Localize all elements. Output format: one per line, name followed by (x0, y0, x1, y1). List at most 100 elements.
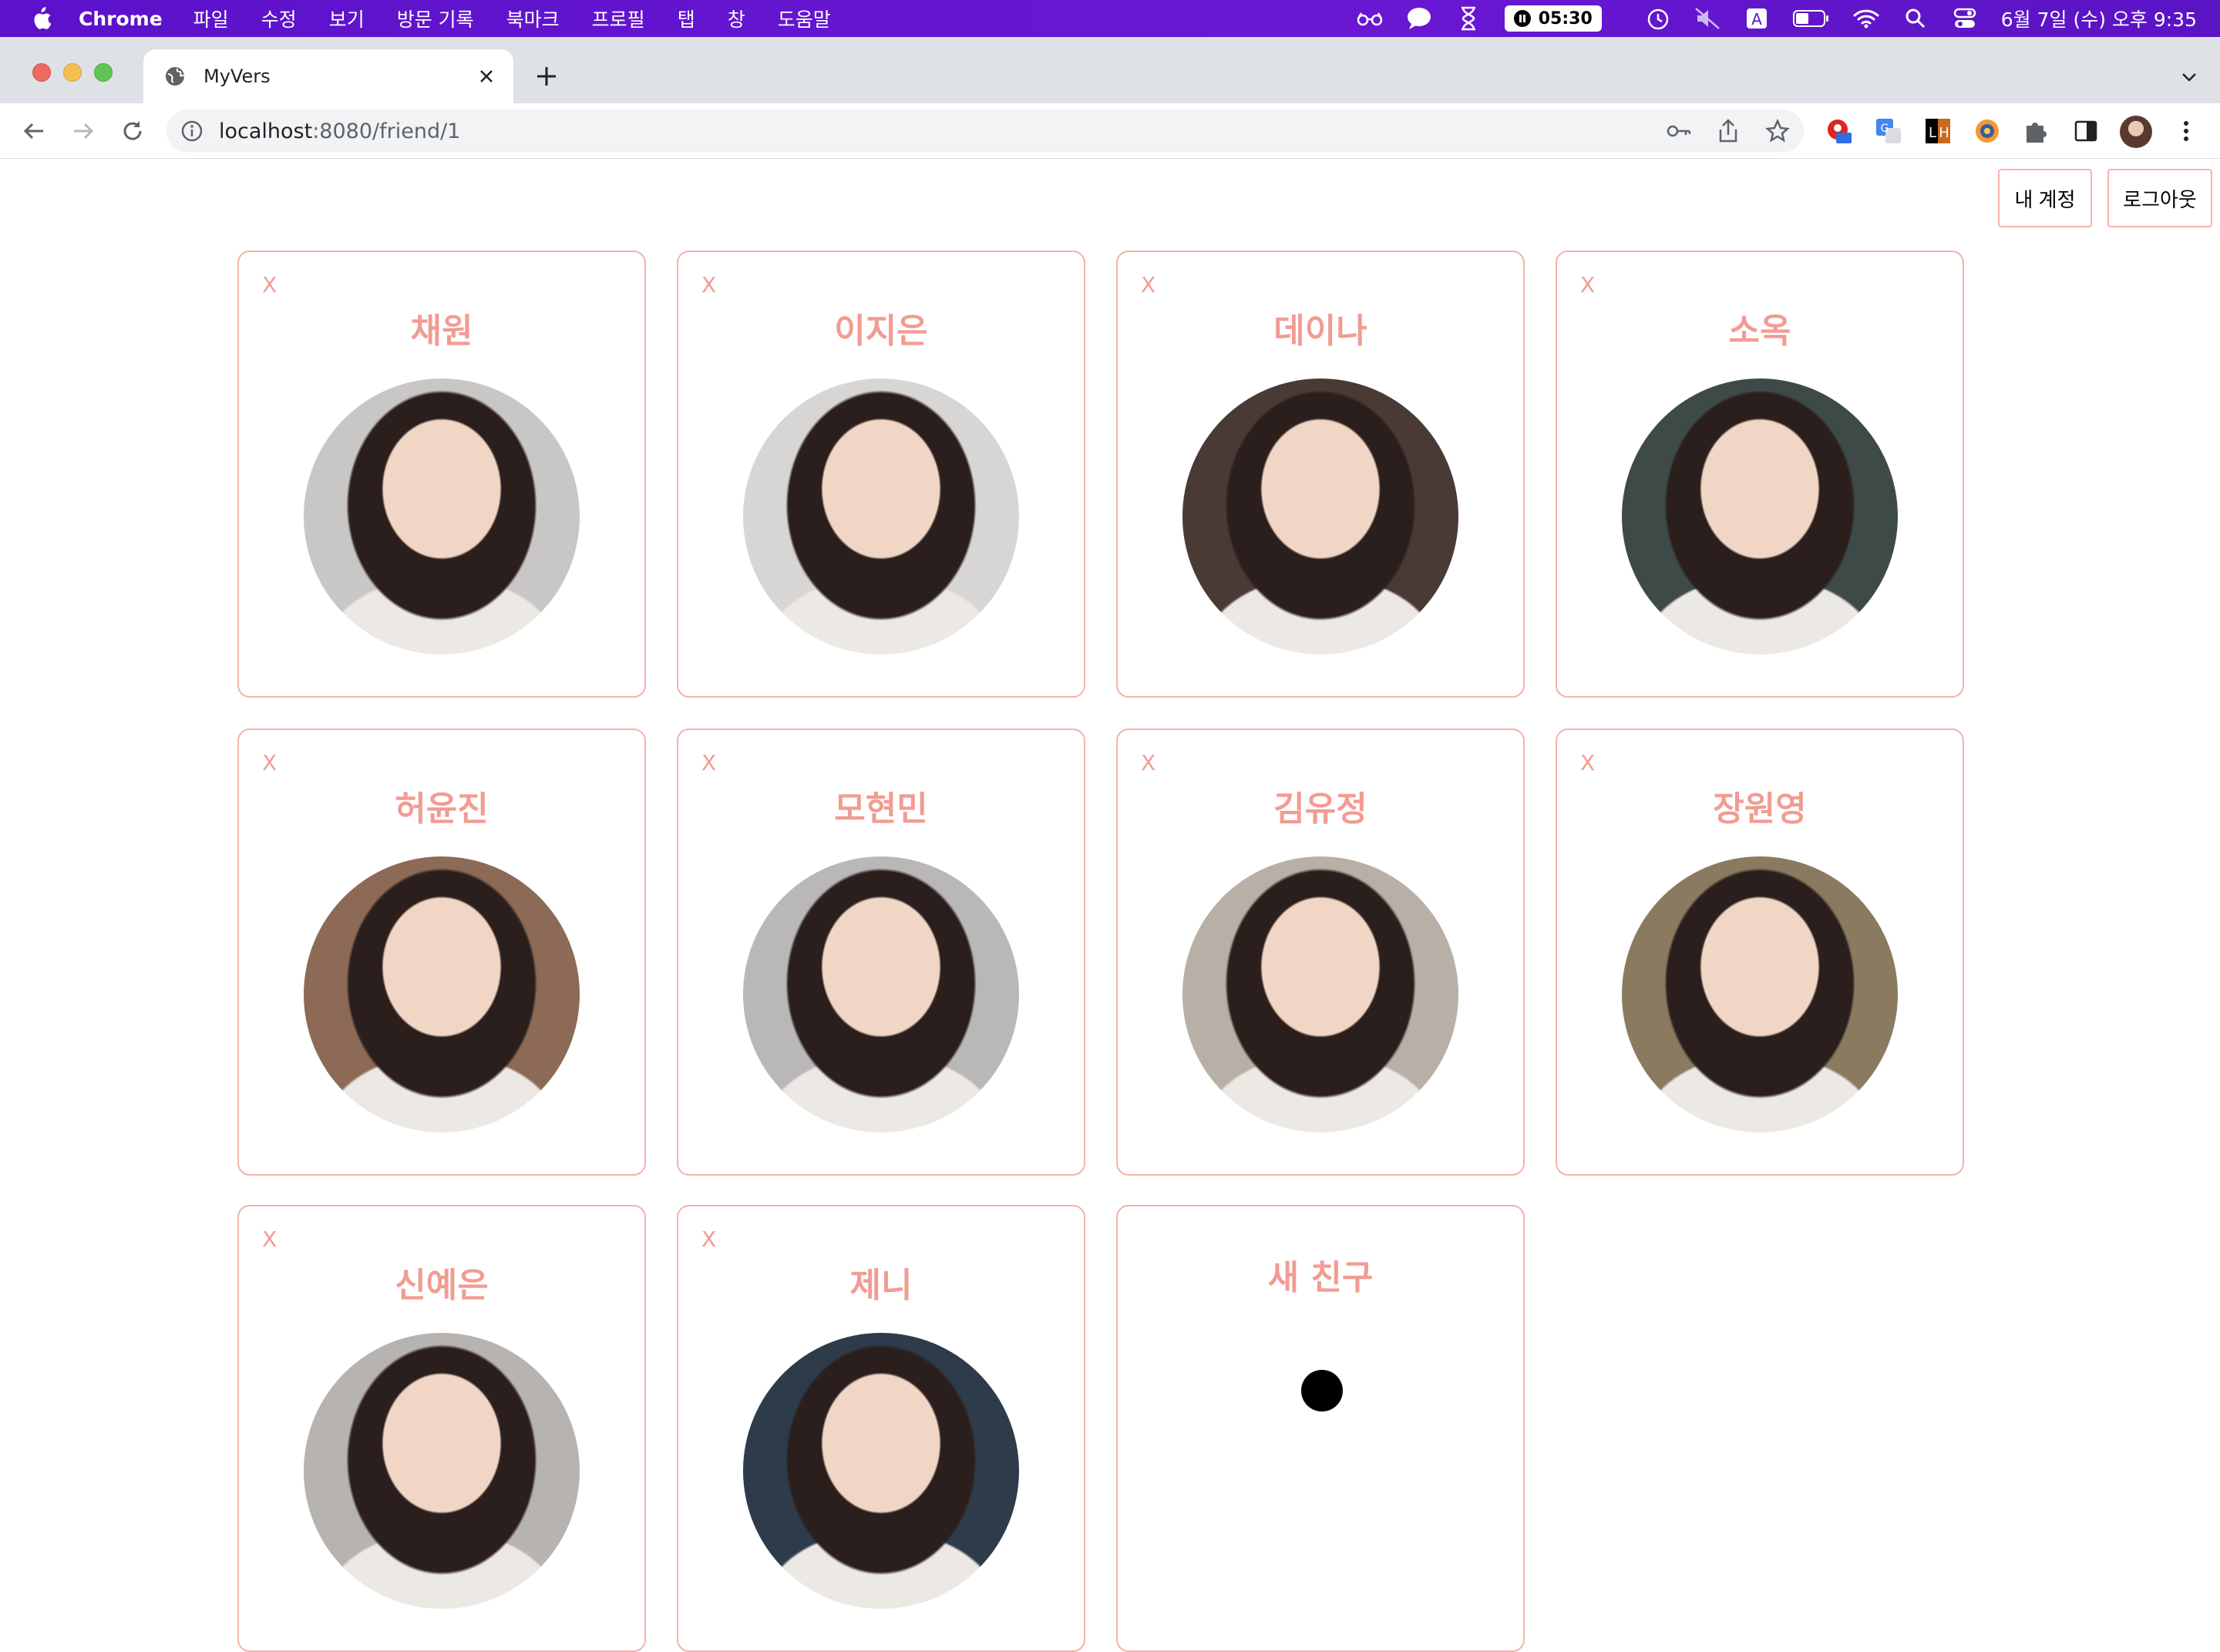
friend-card[interactable]: X 소옥 (1556, 251, 1964, 698)
remove-friend-button[interactable]: X (1580, 750, 1595, 776)
friend-name: 채원 (410, 311, 473, 351)
address-bar[interactable]: localhost:8080/friend/1 (166, 109, 1804, 153)
friend-photo[interactable] (304, 856, 580, 1132)
friend-photo[interactable] (1182, 379, 1458, 654)
friend-card[interactable]: X 채원 (237, 251, 646, 698)
friend-card[interactable]: X 김유정 (1116, 728, 1525, 1176)
control-center-icon[interactable] (1952, 5, 1978, 32)
tab-title: MyVers (204, 66, 271, 87)
friend-card[interactable]: X 허윤진 (237, 728, 646, 1176)
tab-myvers[interactable]: MyVers (143, 49, 513, 103)
chrome-menu-icon[interactable] (2172, 117, 2200, 145)
friend-photo[interactable] (304, 1333, 580, 1609)
friend-name: 이지은 (834, 311, 928, 351)
logout-button[interactable]: 로그아웃 (2107, 169, 2212, 227)
menu-window[interactable]: 창 (728, 5, 745, 32)
url-text[interactable]: localhost:8080/friend/1 (219, 119, 460, 143)
friend-name: 허윤진 (395, 789, 489, 829)
macos-menubar: Chrome 파일 수정 보기 방문 기록 북마크 프로필 탭 창 도움말 05… (0, 0, 2220, 37)
friend-photo[interactable] (304, 379, 580, 654)
apple-menu-icon[interactable] (29, 7, 52, 30)
app-name-menu[interactable]: Chrome (79, 8, 163, 30)
window-minimize-button[interactable] (63, 63, 82, 82)
add-friend-button[interactable] (1301, 1370, 1343, 1411)
menubar-clock[interactable]: 6월 7일 (수) 오후 9:35 (2001, 5, 2197, 32)
menu-profile[interactable]: 프로필 (592, 5, 645, 32)
remove-friend-button[interactable]: X (701, 1226, 716, 1252)
remove-friend-button[interactable]: X (1580, 272, 1595, 298)
remove-friend-button[interactable]: X (262, 750, 277, 776)
glasses-icon[interactable] (1357, 5, 1383, 32)
reload-button[interactable] (117, 116, 148, 146)
friend-photo[interactable] (1622, 856, 1898, 1132)
friend-card[interactable]: X 데이나 (1116, 251, 1525, 698)
wifi-icon[interactable] (1853, 5, 1879, 32)
forward-button[interactable] (68, 116, 99, 146)
friend-photo[interactable] (1622, 379, 1898, 654)
hourglass-icon[interactable] (1455, 5, 1482, 32)
menu-bookmarks[interactable]: 북마크 (506, 5, 560, 32)
menu-tab[interactable]: 탭 (678, 5, 695, 32)
friend-photo[interactable] (1182, 856, 1458, 1132)
history-icon[interactable] (1645, 5, 1671, 32)
friend-card[interactable]: X 모현민 (677, 728, 1085, 1176)
new-friend-card[interactable]: 새 친구 (1116, 1205, 1525, 1652)
battery-icon[interactable] (1792, 5, 1830, 32)
extension-lh-icon[interactable]: LH (1924, 117, 1952, 145)
remove-friend-button[interactable]: X (1141, 272, 1155, 298)
timer-badge[interactable]: 05:30 (1504, 5, 1602, 32)
friend-name: 모현민 (834, 789, 928, 829)
google-translate-icon[interactable]: G (1875, 117, 1902, 145)
pause-icon (1513, 10, 1531, 27)
friend-name: 제니 (849, 1266, 913, 1305)
remove-friend-button[interactable]: X (262, 272, 277, 298)
svg-text:G: G (1881, 123, 1889, 135)
remove-friend-button[interactable]: X (701, 272, 716, 298)
menu-edit[interactable]: 수정 (261, 5, 297, 32)
remove-friend-button[interactable]: X (262, 1226, 277, 1252)
menu-history[interactable]: 방문 기록 (397, 5, 474, 32)
friend-photo[interactable] (743, 379, 1019, 654)
friend-photo[interactable] (743, 1333, 1019, 1609)
menu-file[interactable]: 파일 (193, 5, 229, 32)
url-host: localhost (219, 119, 313, 143)
menu-help[interactable]: 도움말 (778, 5, 831, 32)
svg-text:L: L (1929, 125, 1936, 141)
friend-card[interactable]: X 신예은 (237, 1205, 646, 1652)
friend-name: 데이나 (1273, 311, 1367, 351)
window-zoom-button[interactable] (94, 63, 113, 82)
new-tab-button[interactable] (533, 63, 560, 89)
remove-friend-button[interactable]: X (701, 750, 716, 776)
new-friend-label: 새 친구 (1267, 1258, 1374, 1297)
svg-text:A: A (1751, 10, 1762, 29)
site-info-icon[interactable] (180, 119, 204, 143)
friend-name: 신예은 (395, 1266, 489, 1305)
remove-friend-button[interactable]: X (1141, 750, 1155, 776)
share-icon[interactable] (1716, 119, 1741, 143)
input-source-icon[interactable]: A (1744, 5, 1770, 32)
message-icon[interactable] (1406, 5, 1432, 32)
side-panel-icon[interactable] (2072, 117, 2100, 145)
extension-red-icon[interactable] (1825, 117, 1853, 145)
friend-card[interactable]: X 장원영 (1556, 728, 1964, 1176)
extension-orange-icon[interactable] (1973, 117, 2001, 145)
profile-avatar[interactable] (2120, 116, 2152, 148)
mute-icon[interactable] (1694, 5, 1720, 32)
menu-view[interactable]: 보기 (329, 5, 365, 32)
extensions-puzzle-icon[interactable] (2023, 117, 2050, 145)
my-account-button[interactable]: 내 계정 (1998, 169, 2092, 227)
spotlight-icon[interactable] (1902, 5, 1929, 32)
friend-card[interactable]: X 제니 (677, 1205, 1085, 1652)
friend-name: 장원영 (1713, 789, 1807, 829)
timer-value: 05:30 (1538, 8, 1593, 29)
friend-name: 김유정 (1273, 789, 1367, 829)
friends-page: 내 계정 로그아웃 X 채원 X 이지은 X 데이나 X 소옥 X 허윤진 X 모현민 X 김유정 X 장원영… (0, 160, 2220, 1652)
friend-photo[interactable] (743, 856, 1019, 1132)
tab-search-chevron-icon[interactable] (2178, 66, 2200, 88)
back-button[interactable] (18, 116, 49, 146)
key-icon[interactable] (1667, 119, 1691, 143)
bookmark-star-icon[interactable] (1765, 119, 1790, 143)
window-close-button[interactable] (32, 63, 51, 82)
friend-card[interactable]: X 이지은 (677, 251, 1085, 698)
tab-close-icon[interactable] (476, 66, 496, 86)
